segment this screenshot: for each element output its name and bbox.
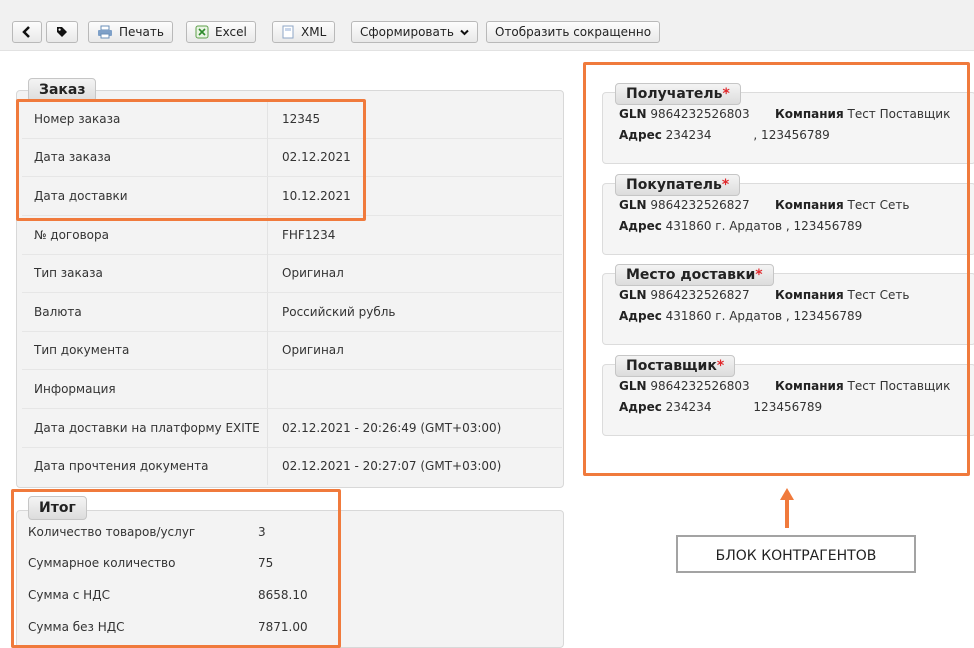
order-row: Валюта Российский рубль xyxy=(22,293,562,332)
back-button[interactable] xyxy=(12,21,42,43)
form-label: Сформировать xyxy=(360,25,454,39)
tag-icon xyxy=(57,27,67,37)
order-row: Дата доставки на платформу EXITE 02.12.20… xyxy=(22,409,562,448)
form-dropdown-button[interactable]: Сформировать xyxy=(351,21,478,43)
chevron-down-icon xyxy=(460,29,469,35)
order-row: Тип заказа Оригинал xyxy=(22,254,562,293)
xml-file-icon xyxy=(282,25,294,39)
arrow-up-icon xyxy=(780,488,794,528)
total-highlight xyxy=(11,489,341,648)
order-row: Информация xyxy=(22,370,562,409)
order-row: Тип документа Оригинал xyxy=(22,331,562,370)
counterparties-highlight xyxy=(583,62,970,476)
show-short-button[interactable]: Отобразить сокращенно xyxy=(486,21,661,43)
excel-icon xyxy=(195,25,209,39)
order-row: № договора FHF1234 xyxy=(22,216,562,255)
print-label: Печать xyxy=(119,25,164,39)
toolbar: Печать Excel XML Сформировать Отобразить… xyxy=(0,0,974,51)
printer-icon xyxy=(98,25,112,39)
print-button[interactable]: Печать xyxy=(88,21,173,43)
counterparties-block-label: БЛОК КОНТРАГЕНТОВ xyxy=(676,535,916,573)
show-short-label: Отобразить сокращенно xyxy=(495,25,652,39)
excel-button[interactable]: Excel xyxy=(186,21,256,43)
order-dates-highlight xyxy=(16,99,366,221)
tag-button[interactable] xyxy=(46,21,78,43)
order-row: Дата прочтения документа 02.12.2021 - 20:… xyxy=(22,447,562,485)
excel-label: Excel xyxy=(215,25,247,39)
chevron-left-icon xyxy=(22,26,30,38)
xml-button[interactable]: XML xyxy=(272,21,336,43)
xml-label: XML xyxy=(301,25,327,39)
